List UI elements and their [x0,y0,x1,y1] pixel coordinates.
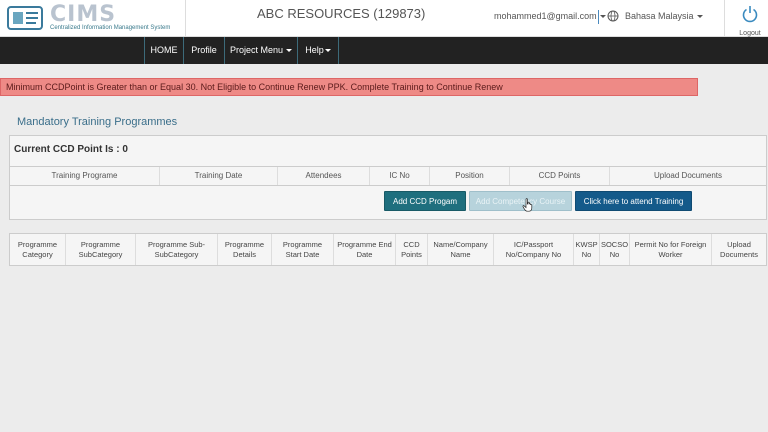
add-competency-course-button[interactable]: Add Competency Course [469,191,572,211]
globe-icon [607,10,619,22]
company-name: ABC RESOURCES (129873) [257,6,426,21]
column-header: Attendees [278,167,370,185]
column-header: SOCSO No [600,234,630,265]
column-header: Programme End Date [334,234,396,265]
attend-training-button[interactable]: Click here to attend Training [575,191,692,211]
column-header: Programme Category [10,234,66,265]
training-table-header: Training Programe Training Date Attendee… [10,166,766,186]
chevron-down-icon [696,15,703,19]
column-header: Upload Documents [720,239,758,259]
nav-item-label: Project Menu [229,45,284,55]
column-header: Programme Sub-SubCategory [136,234,218,265]
current-ccd-point: Current CCD Point Is : 0 [14,144,128,155]
add-ccd-program-button[interactable]: Add CCD Progam [384,191,466,211]
column-header: Training Date [160,167,278,185]
logout-label: Logout [739,30,761,37]
chevron-down-icon [599,15,606,19]
nav-item-help[interactable]: Help [298,37,338,64]
programme-table: Programme Category Programme SubCategory… [9,233,767,266]
chevron-down-icon [286,49,293,53]
user-menu[interactable]: mohammed1@gmail.com [494,11,606,21]
user-email: mohammed1@gmail.com [494,11,597,21]
column-header: Programme Details [218,234,272,265]
column-header: Name/Company Name [428,234,494,265]
language-selector[interactable]: Bahasa Malaysia [625,11,703,21]
column-header: Position [430,167,510,185]
cims-logo-icon [7,6,43,30]
header-divider [185,0,186,37]
hand-pointer-icon [522,198,533,212]
app-header: CIMS Centralized Information Management … [0,0,768,37]
language-label: Bahasa Malaysia [625,11,694,21]
alert-banner: Minimum CCDPoint is Greater than or Equa… [0,78,698,96]
power-icon [742,6,758,23]
column-header: IC/Passport No/Company No [494,234,574,265]
column-header: CCD Points [510,167,610,185]
column-header: Upload Documents [653,171,723,180]
nav-item-project-menu[interactable]: Project Menu [225,37,297,64]
logo-text: CIMS [50,2,117,27]
chevron-down-icon [324,49,331,53]
column-header: Permit No for Foreign Worker [630,234,712,265]
training-panel: Current CCD Point Is : 0 Training Progra… [9,135,767,220]
column-header: CCD Points [396,234,428,265]
header-divider [724,0,725,37]
nav-divider [338,37,339,64]
section-title: Mandatory Training Programmes [17,116,178,128]
app-logo[interactable]: CIMS Centralized Information Management … [6,2,184,35]
logout-button[interactable]: Logout [733,4,767,37]
nav-item-label: Help [305,45,324,55]
column-header: IC No [370,167,430,185]
nav-item-home[interactable]: HOME [145,37,183,64]
column-header: Programme Start Date [272,234,334,265]
column-header: KWSP No [574,234,600,265]
nav-item-profile[interactable]: Profile [184,37,224,64]
column-header: Programme SubCategory [66,234,136,265]
logo-subtitle: Centralized Information Management Syste… [50,25,171,31]
column-header: Training Programe [10,167,160,185]
header-divider [598,10,599,24]
main-navbar: HOME Profile Project Menu Help [0,37,768,64]
